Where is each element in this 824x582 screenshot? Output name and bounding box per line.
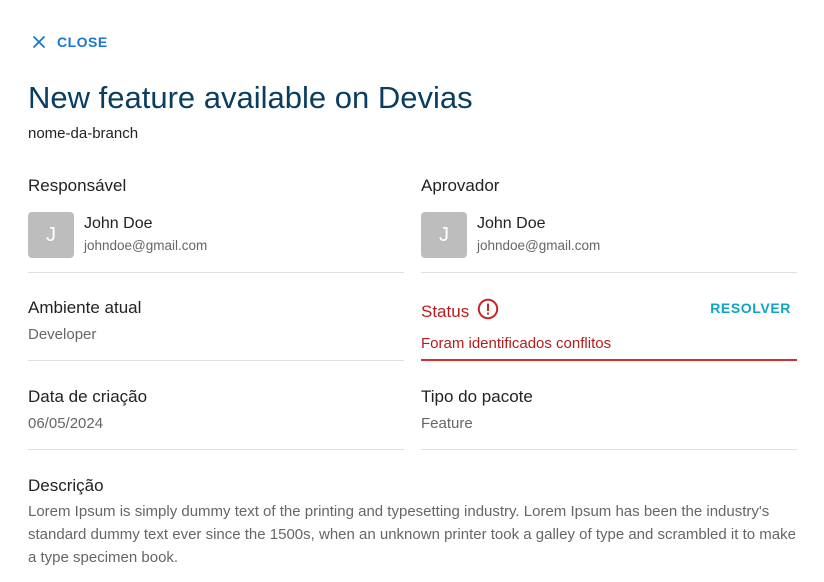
aprovador-email: johndoe@gmail.com [477, 238, 601, 253]
resolve-button[interactable]: RESOLVER [710, 300, 791, 316]
close-button[interactable]: CLOSE [32, 34, 108, 50]
avatar: J [421, 212, 467, 258]
ambiente-value: Developer [28, 326, 97, 343]
responsavel-email: johndoe@gmail.com [84, 238, 208, 253]
aprovador-field: Aprovador J John Doe johndoe@gmail.com [421, 176, 797, 273]
aprovador-person: J John Doe johndoe@gmail.com [421, 212, 797, 258]
status-divider [421, 359, 797, 361]
descricao-label: Descrição [28, 476, 104, 495]
divider [28, 272, 404, 273]
responsavel-field: Responsável J John Doe johndoe@gmail.com [28, 176, 404, 273]
error-circle-icon [477, 298, 499, 325]
descricao-text: Lorem Ipsum is simply dummy text of the … [28, 503, 796, 566]
branch-name: nome-da-branch [28, 125, 139, 142]
status-value: Foram identificados conflitos [421, 335, 612, 352]
tipo-pacote-field: Tipo do pacote Feature [421, 387, 797, 450]
status-field: Status RESOLVER Foram identificados conf… [421, 298, 797, 361]
aprovador-name: John Doe [477, 215, 546, 232]
divider [421, 449, 797, 450]
tipo-pacote-label: Tipo do pacote [421, 387, 533, 406]
tipo-pacote-value: Feature [421, 415, 473, 432]
page-title: New feature available on Devias [28, 80, 473, 115]
divider [28, 449, 404, 450]
ambiente-label: Ambiente atual [28, 298, 142, 317]
responsavel-person: J John Doe johndoe@gmail.com [28, 212, 404, 258]
avatar: J [28, 212, 74, 258]
close-label: CLOSE [57, 34, 108, 50]
ambiente-field: Ambiente atual Developer [28, 298, 404, 361]
status-label: Status [421, 301, 470, 321]
divider [28, 360, 404, 361]
data-criacao-label: Data de criação [28, 387, 148, 406]
close-icon [32, 35, 46, 49]
data-criacao-value: 06/05/2024 [28, 415, 104, 432]
responsavel-label: Responsável [28, 176, 127, 195]
descricao-field: Descrição Lorem Ipsum is simply dummy te… [28, 476, 798, 569]
divider [421, 272, 797, 273]
aprovador-label: Aprovador [421, 176, 500, 195]
responsavel-name: John Doe [84, 215, 153, 232]
data-criacao-field: Data de criação 06/05/2024 [28, 387, 404, 450]
